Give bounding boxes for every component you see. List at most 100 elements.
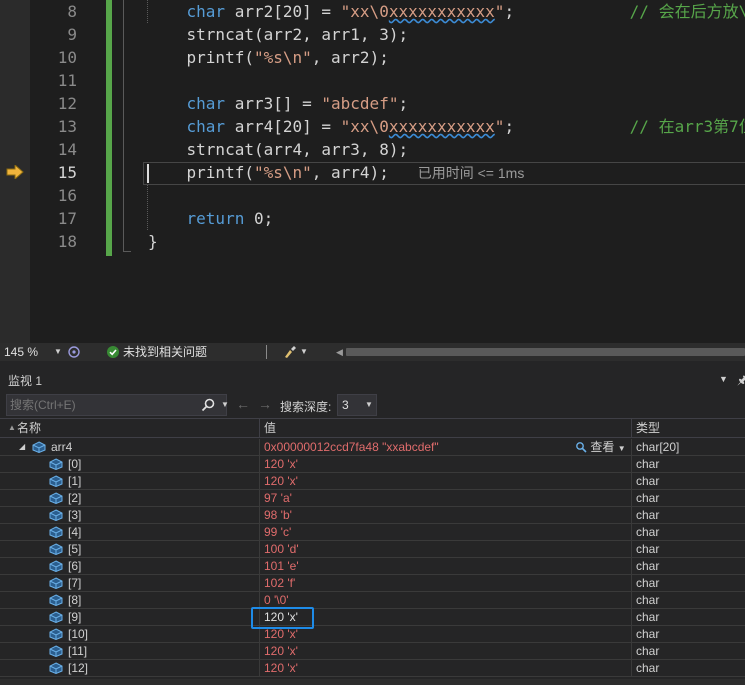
watch-name[interactable]: [12] (68, 660, 88, 676)
variable-cube-icon (49, 458, 63, 470)
arrow-left-icon[interactable]: ← (236, 396, 250, 412)
search-depth-combo[interactable]: 3 ▼ (337, 394, 377, 416)
watch-name[interactable]: [6] (68, 558, 81, 574)
watch-row[interactable]: [2] 97 'a' char (0, 490, 745, 507)
view-visualizer-button[interactable]: 查看 ▼ (575, 439, 626, 455)
watch-name[interactable]: [10] (68, 626, 88, 642)
watch-name[interactable]: arr4 (51, 439, 72, 455)
code-token: char (186, 94, 226, 113)
watch-search-box[interactable]: ▼ (6, 394, 229, 416)
column-divider[interactable] (259, 419, 260, 437)
code-line[interactable]: printf("%s\n", arr4); 已用时间 <= 1ms (148, 161, 525, 184)
watch-name[interactable]: [4] (68, 524, 81, 540)
code-line[interactable]: } (148, 230, 158, 253)
search-input[interactable] (10, 395, 195, 415)
variable-cube-icon (49, 662, 63, 674)
code-token: ; (504, 117, 630, 136)
column-header-value[interactable]: 值 (264, 419, 276, 437)
column-divider[interactable] (631, 419, 632, 437)
watch-value[interactable]: 98 'b' (264, 507, 292, 523)
chevron-down-icon[interactable]: ▼ (221, 395, 229, 415)
fold-guide (123, 0, 124, 252)
watch-name[interactable]: [1] (68, 473, 81, 489)
cell-divider (259, 507, 260, 523)
watch-name[interactable]: [3] (68, 507, 81, 523)
splitter[interactable] (0, 361, 745, 369)
chevron-down-icon[interactable]: ▼ (300, 343, 308, 361)
watch-name[interactable]: [0] (68, 456, 81, 472)
code-token: // 会在后方放\0 (629, 2, 745, 21)
editor-status-bar: 145 % ▼ 未找到相关问题 ▼ ◀ (0, 343, 745, 361)
watch-row[interactable]: [8] 0 '\0' char (0, 592, 745, 609)
code-token: // 在arr3第7位时 (629, 117, 745, 136)
code-line[interactable]: strncat(arr2, arr1, 3); (148, 23, 409, 46)
watch-row[interactable]: [11] 120 'x' char (0, 643, 745, 660)
cell-divider (259, 541, 260, 557)
watch-row[interactable]: [6] 101 'e' char (0, 558, 745, 575)
code-line[interactable]: char arr4[20] = "xx\0xxxxxxxxxxx"; // 在a… (148, 115, 745, 138)
chevron-down-icon[interactable]: ▼ (719, 374, 728, 384)
code-editor[interactable]: 8 9 10 11 12 13 14 15 16 17 18 char arr2[20] = "xx… (0, 0, 745, 343)
watch-row[interactable]: [1] 120 'x' char (0, 473, 745, 490)
watch-row[interactable]: [5] 100 'd' char (0, 541, 745, 558)
watch-name[interactable]: [7] (68, 575, 81, 591)
cell-divider (259, 575, 260, 591)
watch-value[interactable]: 99 'c' (264, 524, 291, 540)
arrow-right-icon[interactable]: → (258, 396, 272, 412)
cell-divider (259, 524, 260, 540)
watch-value[interactable]: 0x00000012ccd7fa48 "xxabcdef" (264, 439, 439, 455)
check-circle-icon (107, 346, 119, 358)
collapse-triangle-icon[interactable]: ◢ (19, 439, 25, 455)
column-header-name[interactable]: 名称 (17, 419, 41, 437)
watch-value[interactable]: 97 'a' (264, 490, 292, 506)
code-token: } (148, 232, 158, 251)
pin-icon[interactable]: 🖈 (737, 371, 745, 392)
watch-panel-title[interactable]: 监视 1 (8, 373, 42, 389)
code-line[interactable]: return 0; (148, 207, 274, 230)
watch-name[interactable]: [2] (68, 490, 81, 506)
watch-name[interactable]: [9] (68, 609, 81, 625)
watch-row[interactable]: [0] 120 'x' char (0, 456, 745, 473)
watch-row[interactable]: [9] 120 'x' char (0, 609, 745, 626)
horizontal-scrollbar-thumb[interactable] (346, 348, 745, 356)
watch-value[interactable]: 120 'x' (264, 456, 298, 472)
watch-value[interactable]: 120 'x' (264, 473, 298, 489)
watch-row-arr4[interactable]: ◢ arr4 0x00000012ccd7fa48 "xxabcdef" 查看 … (0, 439, 745, 456)
divider (266, 345, 267, 359)
column-header-type[interactable]: 类型 (636, 419, 660, 437)
watch-value[interactable]: 100 'd' (264, 541, 299, 557)
chevron-down-icon[interactable]: ▼ (365, 395, 373, 415)
watch-row[interactable]: [3] 98 'b' char (0, 507, 745, 524)
watch-name[interactable]: [5] (68, 541, 81, 557)
code-cleanup-brush-icon[interactable] (283, 345, 297, 359)
fold-guide-end (123, 251, 131, 252)
watch-type: char (636, 610, 660, 624)
issues-status[interactable]: 未找到相关问题 (123, 343, 207, 361)
watch-value[interactable]: 0 '\0' (264, 592, 289, 608)
scroll-left-arrow-icon[interactable]: ◀ (336, 343, 343, 361)
code-line[interactable]: char arr3[] = "abcdef"; (148, 92, 409, 115)
watch-row[interactable]: [4] 99 'c' char (0, 524, 745, 541)
watch-row[interactable]: [12] 120 'x' char (0, 660, 745, 677)
cell-divider (631, 626, 632, 642)
watch-row[interactable]: [10] 120 'x' char (0, 626, 745, 643)
watch-value[interactable]: 120 'x' (264, 643, 298, 659)
code-line[interactable]: char arr2[20] = "xx\0xxxxxxxxxxx"; // 会在… (148, 0, 745, 23)
copilot-icon[interactable] (68, 346, 80, 358)
watch-value[interactable]: 120 'x' (264, 660, 298, 676)
watch-value[interactable]: 101 'e' (264, 558, 299, 574)
watch-value[interactable]: 102 'f' (264, 575, 295, 591)
chevron-down-icon[interactable]: ▼ (54, 343, 62, 361)
search-icon[interactable] (201, 398, 215, 412)
watch-name[interactable]: [8] (68, 592, 81, 608)
chevron-down-icon[interactable]: ▼ (618, 444, 626, 453)
watch-row[interactable]: [7] 102 'f' char (0, 575, 745, 592)
cell-divider (259, 660, 260, 676)
cell-divider (631, 473, 632, 489)
watch-name[interactable]: [11] (68, 643, 87, 659)
line-number: 18 (57, 232, 77, 251)
code-token: , arr2); (311, 48, 389, 67)
code-line[interactable]: strncat(arr4, arr3, 8); (148, 138, 409, 161)
code-line[interactable]: printf("%s\n", arr2); (148, 46, 389, 69)
